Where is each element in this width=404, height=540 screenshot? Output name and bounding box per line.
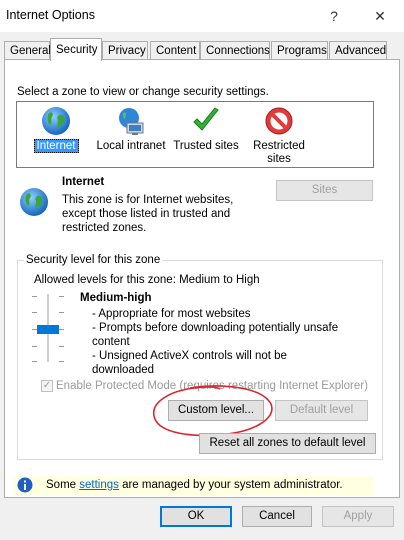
zone-label-trusted-sites: Trusted sites [173,140,239,152]
apply-button[interactable]: Apply [322,506,394,527]
zone-restricted-sites[interactable]: Restricted sites [249,105,309,166]
slider-thumb[interactable] [37,325,59,334]
zone-info-title: Internet [62,176,105,188]
admin-info-text: Some settings are managed by your system… [46,479,343,491]
tab-security[interactable]: Security [50,38,102,61]
cancel-button[interactable]: Cancel [242,506,312,527]
close-button[interactable]: ✕ [362,0,398,32]
globe-icon [20,188,48,216]
tab-general[interactable]: General [4,41,51,61]
zone-label-internet: Internet [33,139,79,153]
zone-local-intranet[interactable]: Local intranet [93,105,169,153]
tab-privacy[interactable]: Privacy [102,41,148,61]
zone-trusted-sites[interactable]: Trusted sites [171,105,241,153]
allowed-levels-text: Allowed levels for this zone: Medium to … [34,274,260,286]
security-level-details: - Appropriate for most websites - Prompt… [92,307,342,377]
zone-info-description: This zone is for Internet websites, exce… [62,194,234,234]
level-bullet: - Prompts before downloading potentially… [92,322,339,348]
zone-internet[interactable]: Internet [31,105,81,153]
help-button[interactable]: ? [316,0,352,32]
reset-all-zones-button[interactable]: Reset all zones to default level [199,433,376,454]
checkmark-icon [193,107,219,131]
info-icon [17,477,33,493]
ok-button[interactable]: OK [160,506,232,527]
settings-link[interactable]: settings [79,479,119,491]
zone-list: Internet Local intranet Trusted sites Re… [16,101,374,168]
restricted-icon [265,107,293,135]
tab-programs[interactable]: Programs [271,41,328,61]
info-prefix: Some [46,479,80,491]
globe-icon [42,107,70,135]
tab-content[interactable]: Content [150,41,200,61]
intranet-icon [119,108,144,135]
default-level-button[interactable]: Default level [275,400,368,421]
level-bullet: - Unsigned ActiveX controls will not be … [92,350,287,376]
level-bullet: - Appropriate for most websites [92,308,251,320]
admin-info-bar: Some settings are managed by your system… [14,476,374,495]
annotation-circle [153,385,273,437]
security-level-slider[interactable] [28,294,70,364]
security-level-name: Medium-high [80,292,152,304]
tab-advanced[interactable]: Advanced [329,41,387,61]
zone-label-local-intranet: Local intranet [96,140,166,152]
info-suffix: are managed by your system administrator… [118,479,343,491]
tab-connections[interactable]: Connections [200,41,270,61]
zone-select-prompt: Select a zone to view or change security… [17,86,269,98]
sites-button[interactable]: Sites [276,180,373,201]
zone-label-restricted-sites: Restricted sites [253,140,305,165]
protected-mode-checkbox[interactable]: ✓ [41,380,53,392]
tab-strip: General Security Privacy Content Connect… [0,38,404,61]
security-level-title: Security level for this zone [24,254,163,266]
window-title: Internet Options [6,8,95,22]
